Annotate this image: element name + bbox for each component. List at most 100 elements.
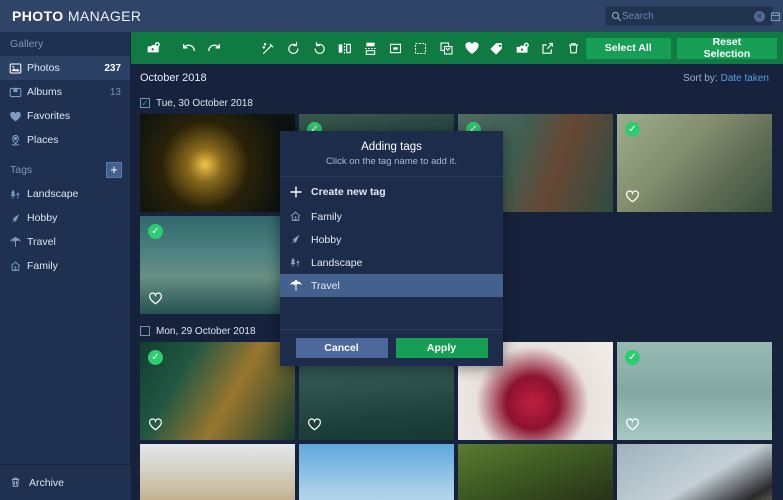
photo-image: [617, 114, 772, 212]
photo-thumbnail[interactable]: [140, 114, 295, 212]
photo-thumbnail[interactable]: [458, 444, 613, 500]
sidebar-tag-landscape[interactable]: Landscape: [0, 182, 130, 206]
add-to-album-icon[interactable]: [510, 32, 535, 64]
group-checkbox[interactable]: [140, 326, 150, 336]
select-all-button[interactable]: Select All: [586, 38, 671, 59]
dialog-footer: Cancel Apply: [280, 329, 503, 366]
cancel-button[interactable]: Cancel: [296, 338, 388, 358]
family-icon: [9, 260, 27, 273]
clear-search-icon[interactable]: ✕: [754, 11, 765, 22]
adding-tags-dialog: Adding tags Click on the tag name to add…: [280, 131, 503, 366]
sidebar-section-tags: Tags +: [0, 158, 130, 182]
sidebar-tag-hobby[interactable]: Hobby: [0, 206, 130, 230]
sidebar-item-favorites[interactable]: Favorites: [0, 104, 130, 128]
share-icon[interactable]: [535, 32, 560, 64]
gallery-label: Gallery: [10, 38, 43, 50]
photo-thumbnail[interactable]: ✓: [617, 342, 772, 440]
sidebar-tag-label: Landscape: [27, 188, 130, 200]
undo-icon[interactable]: [176, 32, 201, 64]
photo-favorite-icon[interactable]: [625, 189, 640, 204]
heart-icon: [9, 110, 27, 123]
dialog-tag-label: Hobby: [311, 234, 341, 246]
dialog-tag-label: Travel: [311, 280, 340, 292]
photo-thumbnail[interactable]: ✓: [140, 342, 295, 440]
photo-image: [140, 444, 295, 500]
plus-icon: [289, 185, 311, 199]
rotate-left-icon[interactable]: [281, 32, 306, 64]
photos-count: 237: [104, 63, 130, 74]
search-input[interactable]: [622, 11, 754, 22]
sidebar-section-gallery: Gallery: [0, 32, 130, 56]
photo-favorite-icon[interactable]: [148, 291, 163, 306]
resize-icon[interactable]: [408, 32, 433, 64]
photo-selected-badge[interactable]: ✓: [148, 224, 163, 239]
sidebar-item-albums[interactable]: Albums 13: [0, 80, 130, 104]
photo-favorite-icon[interactable]: [307, 417, 322, 432]
photo-thumbnail[interactable]: ✓: [140, 216, 295, 314]
search-bar[interactable]: ✕: [605, 6, 773, 26]
photo-image: [617, 342, 772, 440]
create-new-tag-row[interactable]: Create new tag: [280, 179, 503, 205]
sidebar-tag-travel[interactable]: Travel: [0, 230, 130, 254]
photo-image: [140, 216, 295, 314]
favorite-icon[interactable]: [459, 32, 484, 64]
apply-button[interactable]: Apply: [396, 338, 488, 358]
photo-selected-badge[interactable]: ✓: [148, 350, 163, 365]
dialog-tag-list: Create new tag Family: [280, 177, 503, 297]
delete-icon[interactable]: [560, 32, 585, 64]
rotate-right-icon[interactable]: [307, 32, 332, 64]
month-title: October 2018: [140, 72, 207, 84]
sidebar-tag-family[interactable]: Family: [0, 254, 130, 278]
photo-favorite-icon[interactable]: [625, 417, 640, 432]
reset-selection-button[interactable]: Reset Selection: [677, 38, 777, 59]
duplicate-icon[interactable]: [434, 32, 459, 64]
sort-value[interactable]: Date taken: [721, 73, 769, 84]
sidebar-item-places[interactable]: Places: [0, 128, 130, 152]
photo-thumbnail[interactable]: ✓: [617, 114, 772, 212]
group-checkbox[interactable]: ✓: [140, 98, 150, 108]
photo-selected-badge[interactable]: ✓: [625, 350, 640, 365]
magic-wand-icon[interactable]: [256, 32, 281, 64]
dialog-tag-label: Family: [311, 211, 342, 223]
photo-favorite-icon[interactable]: [148, 417, 163, 432]
dialog-tag-family[interactable]: Family: [280, 205, 503, 228]
dialog-title: Adding tags: [280, 141, 503, 153]
landscape-icon: [9, 188, 27, 201]
dialog-tag-travel[interactable]: Travel: [280, 274, 503, 297]
flip-horizontal-icon[interactable]: [332, 32, 357, 64]
import-photo-icon[interactable]: [141, 32, 166, 64]
date-group-header[interactable]: ✓ Tue, 30 October 2018: [131, 92, 783, 114]
add-tag-button[interactable]: +: [106, 162, 122, 178]
sidebar-item-label: Photos: [27, 62, 104, 74]
sort-control[interactable]: Sort by: Date taken: [683, 73, 769, 84]
group-date-label: Tue, 30 October 2018: [156, 98, 253, 109]
sidebar-item-archive[interactable]: Archive: [0, 464, 131, 500]
dialog-header: Adding tags Click on the tag name to add…: [280, 131, 503, 176]
crop-icon[interactable]: [383, 32, 408, 64]
hobby-icon: [289, 233, 311, 246]
tag-icon[interactable]: [484, 32, 509, 64]
dialog-tag-hobby[interactable]: Hobby: [280, 228, 503, 251]
sort-label: Sort by:: [683, 73, 717, 84]
tags-label: Tags: [10, 164, 32, 176]
photo-thumbnail[interactable]: [617, 444, 772, 500]
toolbar: Select All Reset Selection: [131, 32, 783, 64]
photo-thumbnail[interactable]: [140, 444, 295, 500]
dialog-subtitle: Click on the tag name to add it.: [280, 156, 503, 167]
redo-icon[interactable]: [201, 32, 226, 64]
photo-thumbnail[interactable]: [299, 444, 454, 500]
sidebar-tag-label: Hobby: [27, 212, 130, 224]
calendar-icon[interactable]: [770, 11, 781, 22]
sidebar-tag-label: Travel: [27, 236, 130, 248]
photo-image: [140, 114, 295, 212]
travel-icon: [289, 279, 311, 293]
group-date-label: Mon, 29 October 2018: [156, 326, 256, 337]
photo-selected-badge[interactable]: ✓: [625, 122, 640, 137]
dialog-tag-landscape[interactable]: Landscape: [280, 251, 503, 274]
hobby-icon: [9, 212, 27, 225]
sidebar: Gallery Photos 237 Albums 13: [0, 32, 131, 500]
sidebar-item-photos[interactable]: Photos 237: [0, 56, 130, 80]
travel-icon: [9, 236, 27, 249]
flip-vertical-icon[interactable]: [357, 32, 382, 64]
brand-bold: PHOTO: [12, 8, 64, 24]
